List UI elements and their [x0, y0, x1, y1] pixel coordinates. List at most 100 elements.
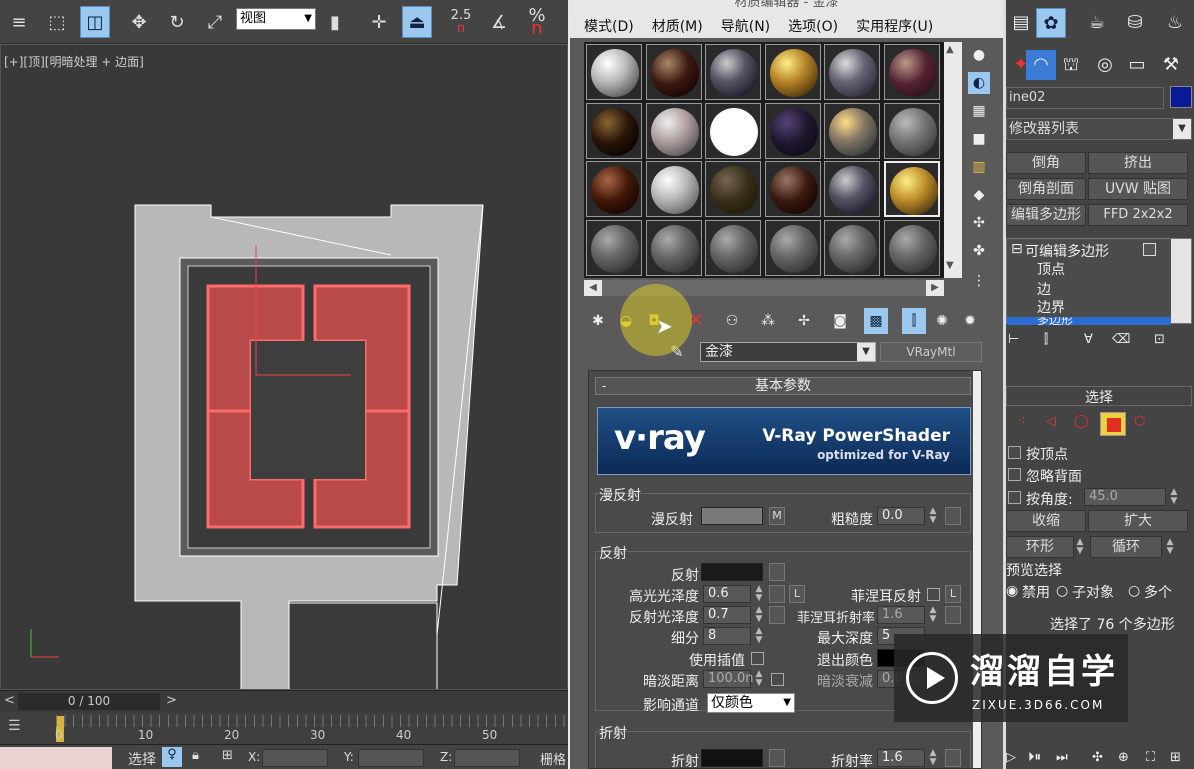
element-mode-icon[interactable]: ⬡	[1134, 414, 1145, 429]
show-map-icon[interactable]: ◙	[828, 308, 852, 334]
roughness-spinner[interactable]: ▲ ▼	[927, 507, 939, 525]
material-slot[interactable]	[586, 102, 642, 159]
grow-button[interactable]: 扩大	[1088, 510, 1188, 532]
video-color-check-icon[interactable]: ▥	[968, 156, 990, 178]
scroll-right-icon[interactable]: ▶	[926, 280, 944, 296]
roughness-field[interactable]: 0.0	[877, 507, 925, 525]
roughness-map-button[interactable]	[945, 507, 961, 525]
material-slot[interactable]	[764, 219, 821, 276]
next-frame-button[interactable]: >	[166, 693, 177, 708]
subdivs-spinner[interactable]: ▲ ▼	[753, 627, 765, 645]
material-slot[interactable]	[645, 102, 702, 159]
material-slot[interactable]	[824, 161, 881, 217]
fresnel-lock-button[interactable]: L	[945, 585, 961, 603]
material-slot[interactable]	[824, 44, 881, 100]
track-bar-icon[interactable]: ☰	[8, 718, 32, 738]
subdivs-field[interactable]: 8	[703, 627, 751, 645]
material-type-button[interactable]: VRayMtl	[880, 342, 982, 362]
refract-color-swatch[interactable]	[701, 749, 763, 767]
material-slot[interactable]	[764, 44, 821, 100]
menu-modes[interactable]: 模式(D)	[584, 16, 634, 36]
material-slot[interactable]	[645, 219, 702, 276]
menu-navigation[interactable]: 导航(N)	[721, 16, 770, 36]
chevron-down-icon[interactable]: ▼	[1173, 119, 1191, 139]
rotate-icon[interactable]: ↻	[162, 6, 192, 38]
extrude-button[interactable]: 挤出	[1088, 152, 1188, 174]
dim-distance-spinner[interactable]: ▲ ▼	[753, 670, 765, 688]
refl-gloss-field[interactable]: 0.7	[703, 606, 751, 624]
next-frame-icon[interactable]: ⏵⏸	[1028, 750, 1041, 765]
by-angle-checkbox[interactable]	[1008, 491, 1021, 504]
key-mode-icon[interactable]: ✣	[1092, 750, 1103, 765]
hierarchy-tab-icon[interactable]: ⛫	[1056, 50, 1086, 80]
modify-tab-icon[interactable]: ◠	[1026, 50, 1056, 80]
ring-spinner[interactable]: ▲ ▼	[1074, 538, 1086, 556]
background-icon[interactable]: ▦	[968, 100, 990, 122]
material-slot[interactable]	[586, 44, 642, 100]
diffuse-color-swatch[interactable]	[701, 507, 763, 525]
maximize-viewport-icon[interactable]: ⊞	[1170, 750, 1181, 765]
angle-spinner[interactable]: ▲ ▼	[1168, 488, 1180, 506]
backlight-icon[interactable]: ◐	[968, 72, 990, 94]
border-mode-icon[interactable]: ◯	[1074, 414, 1089, 429]
render-frame-icon[interactable]: ☕︎	[1082, 8, 1112, 38]
angle-snap-icon[interactable]: 2.5 n	[446, 6, 476, 38]
stack-item-edge[interactable]: 边	[1037, 279, 1051, 299]
percent-snap-icon[interactable]: % n	[522, 6, 552, 38]
layer-icon[interactable]: ▤	[1006, 8, 1036, 38]
select-by-material-icon[interactable]: ✤	[968, 240, 990, 262]
make-unique-icon[interactable]: ⚇	[720, 308, 744, 334]
material-slot[interactable]	[645, 44, 702, 100]
material-slot[interactable]	[824, 219, 881, 276]
material-slot[interactable]	[764, 102, 821, 159]
modifier-list-select[interactable]: 修改器列表 ▼	[1006, 118, 1192, 140]
material-slot[interactable]	[884, 44, 940, 100]
use-interp-checkbox[interactable]	[751, 652, 764, 665]
material-slot[interactable]	[645, 161, 702, 217]
affect-channels-select[interactable]: 仅颜色 ▼	[707, 693, 795, 713]
scale-icon[interactable]: ⤢	[200, 6, 230, 38]
utilities-tab-icon[interactable]: ⚒	[1156, 50, 1186, 80]
stack-item-vertex[interactable]: 顶点	[1037, 259, 1065, 279]
material-slot[interactable]	[764, 161, 821, 217]
zoom-icon[interactable]: ⊕	[1118, 750, 1129, 765]
fresnel-ior-field[interactable]: 1.6	[877, 606, 925, 624]
select-manipulate-icon[interactable]: ✛	[364, 6, 394, 38]
material-name-field[interactable]: 金漆 ▼	[700, 342, 876, 362]
material-slot[interactable]	[586, 219, 642, 276]
fresnel-ior-spinner[interactable]: ▲ ▼	[927, 606, 939, 624]
hilight-lock-button[interactable]: L	[789, 585, 805, 603]
chevron-down-icon[interactable]: ▼	[857, 343, 875, 361]
lock-icon[interactable]: 🔒︎	[192, 748, 199, 763]
hilight-gloss-field[interactable]: 0.6	[703, 585, 751, 603]
render-production-icon[interactable]: ⛁	[1120, 8, 1150, 38]
loop-spinner[interactable]: ▲ ▼	[1164, 538, 1176, 556]
material-slot[interactable]	[705, 219, 762, 276]
maxscript-listener[interactable]	[0, 747, 112, 769]
pivot-icon[interactable]: ▮	[320, 6, 350, 38]
show-end-result-icon[interactable]: ▩	[864, 308, 888, 334]
track-bar[interactable]: ☰ 0 10 20 30 40 50	[0, 712, 568, 744]
hilight-gloss-map-button[interactable]	[769, 585, 785, 603]
material-id-icon[interactable]: ✢	[792, 308, 816, 334]
object-color-swatch[interactable]	[1170, 86, 1192, 108]
object-name-field[interactable]: ine02	[1006, 87, 1164, 109]
make-preview-icon[interactable]: ◆	[968, 184, 990, 206]
move-icon[interactable]: ✥	[124, 6, 154, 38]
basic-params-rollout[interactable]: - 基本参数	[595, 377, 971, 395]
bevel-profile-button[interactable]: 倒角剖面	[1006, 178, 1086, 200]
ring-button[interactable]: 环形	[1006, 536, 1074, 558]
viewport-top[interactable]: [+][顶][明暗处理 + 边面]	[0, 44, 568, 690]
frame-counter[interactable]: 0 / 100	[18, 693, 160, 710]
reflect-color-swatch[interactable]	[701, 563, 763, 581]
angle-field[interactable]: 45.0	[1084, 488, 1166, 506]
material-slot[interactable]	[884, 102, 940, 159]
menu-options[interactable]: 选项(O)	[788, 16, 838, 36]
time-slider[interactable]: < 0 / 100 >	[0, 690, 568, 712]
edit-poly-button[interactable]: 编辑多边形	[1006, 204, 1086, 226]
angle-snap-toggle-icon[interactable]: ∡	[484, 6, 514, 38]
radio-off-disabled[interactable]: ◉	[1006, 583, 1018, 599]
radio-multiple[interactable]: ○	[1128, 583, 1140, 599]
prev-frame-button[interactable]: <	[4, 693, 15, 708]
ior-spinner[interactable]: ▲ ▼	[927, 749, 939, 767]
